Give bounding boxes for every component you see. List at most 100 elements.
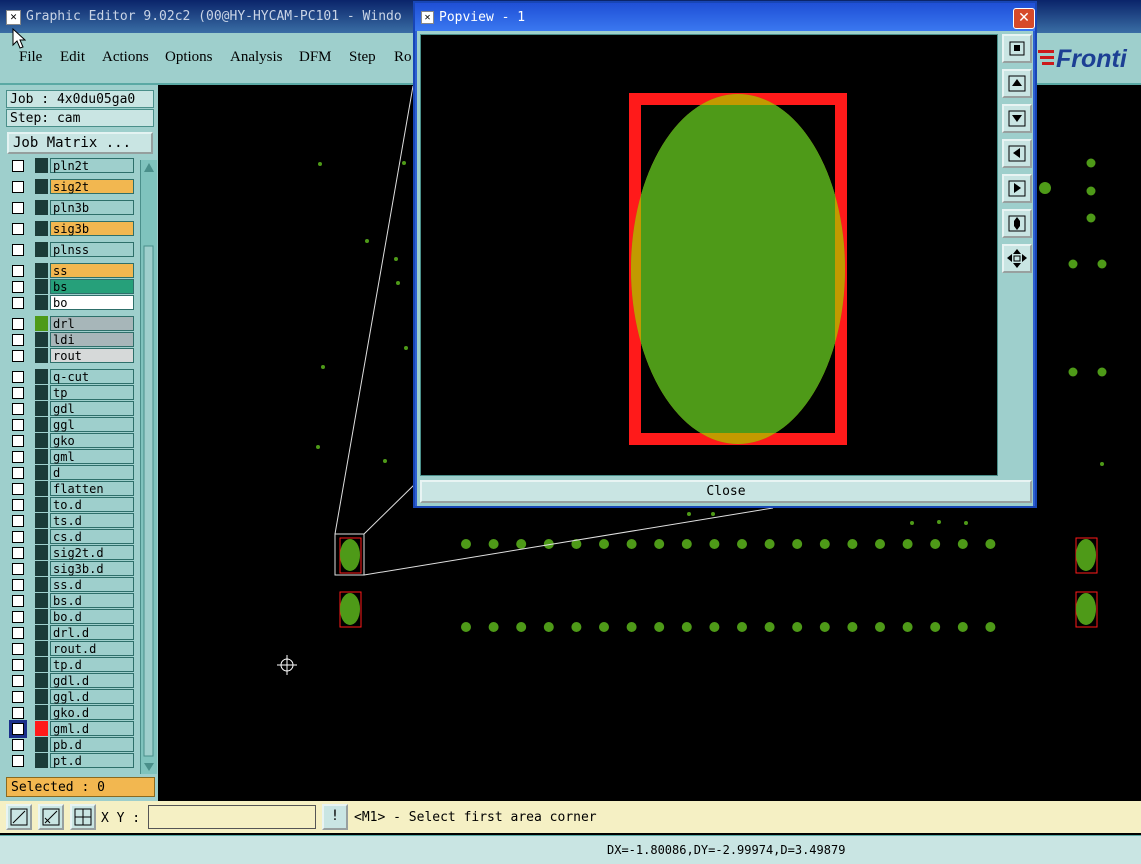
zoom-in-button[interactable] [1002,209,1032,238]
layer-row-ss-d[interactable]: ss.d [8,577,134,593]
layer-checkbox[interactable] [12,403,24,415]
layer-color-indicator[interactable] [35,449,48,464]
layer-name[interactable]: tp.d [50,657,134,672]
layer-name[interactable]: ldi [50,332,134,347]
layer-name[interactable]: rout.d [50,641,134,656]
measure-tool-button[interactable] [38,804,64,830]
layer-name[interactable]: rout [50,348,134,363]
layer-checkbox[interactable] [12,202,24,214]
popview-close-button[interactable]: Close [420,480,1032,503]
layer-checkbox[interactable] [12,531,24,543]
layer-row-sig3b[interactable]: sig3b [8,221,134,237]
pan-right-button[interactable] [1002,174,1032,203]
layer-color-indicator[interactable] [35,279,48,294]
layer-row-gko[interactable]: gko [8,433,134,449]
pan-down-button[interactable] [1002,104,1032,133]
layer-name[interactable]: ss [50,263,134,278]
layer-checkbox[interactable] [12,755,24,767]
layer-color-indicator[interactable] [35,753,48,768]
layer-color-indicator[interactable] [35,369,48,384]
layer-color-indicator[interactable] [35,609,48,624]
layer-checkbox[interactable] [12,483,24,495]
layer-color-indicator[interactable] [35,737,48,752]
layer-row-gdl-d[interactable]: gdl.d [8,673,134,689]
layer-checkbox[interactable] [12,160,24,172]
layer-color-indicator[interactable] [35,593,48,608]
layer-color-indicator[interactable] [35,417,48,432]
popview-title-bar[interactable]: ✕ Popview - 1 ✕ [415,3,1035,31]
layer-name[interactable]: bo [50,295,134,310]
layer-color-indicator[interactable] [35,179,48,194]
layer-color-indicator[interactable] [35,673,48,688]
layer-name[interactable]: ggl [50,417,134,432]
xy-input[interactable] [148,805,316,829]
layer-row-plnss[interactable]: plnss [8,242,134,258]
layer-row-tp[interactable]: tp [8,385,134,401]
menu-analysis[interactable]: Analysis [230,49,283,66]
layer-name[interactable]: pln2t [50,158,134,173]
layer-row-pln3b[interactable]: pln3b [8,200,134,216]
popview-canvas[interactable] [420,34,998,476]
layer-row-gml[interactable]: gml [8,449,134,465]
layer-name[interactable]: gko.d [50,705,134,720]
layer-row-ggl[interactable]: ggl [8,417,134,433]
layer-row-bs[interactable]: bs [8,279,134,295]
layer-checkbox[interactable] [12,281,24,293]
layer-color-indicator[interactable] [35,316,48,331]
layer-name[interactable]: gdl.d [50,673,134,688]
layer-row-drl[interactable]: drl [8,316,134,332]
layer-checkbox[interactable] [12,579,24,591]
layer-color-indicator[interactable] [35,721,48,736]
layer-checkbox[interactable] [12,547,24,559]
layer-name[interactable]: sig3b.d [50,561,134,576]
menu-options[interactable]: Options [165,49,213,66]
layer-name[interactable]: gdl [50,401,134,416]
layer-scrollbar[interactable] [140,160,157,774]
layer-checkbox[interactable] [12,297,24,309]
layer-checkbox[interactable] [12,515,24,527]
menu-step[interactable]: Step [349,49,376,66]
layer-checkbox[interactable] [12,707,24,719]
layer-name[interactable]: sig3b [50,221,134,236]
layer-row-d[interactable]: d [8,465,134,481]
layer-checkbox[interactable] [12,595,24,607]
job-matrix-button[interactable]: Job Matrix ... [7,132,153,154]
layer-checkbox[interactable] [12,499,24,511]
layer-name[interactable]: pt.d [50,753,134,768]
layer-checkbox[interactable] [12,563,24,575]
layer-color-indicator[interactable] [35,221,48,236]
layer-color-indicator[interactable] [35,433,48,448]
menu-dfm[interactable]: DFM [299,49,332,66]
layer-checkbox[interactable] [12,435,24,447]
layer-checkbox[interactable] [12,265,24,277]
alert-button[interactable]: ! [322,804,348,830]
layer-row-ts-d[interactable]: ts.d [8,513,134,529]
layer-row-ss[interactable]: ss [8,263,134,279]
layer-checkbox[interactable] [12,643,24,655]
layer-color-indicator[interactable] [35,641,48,656]
layer-color-indicator[interactable] [35,497,48,512]
layer-checkbox[interactable] [12,451,24,463]
layer-color-indicator[interactable] [35,348,48,363]
layer-name[interactable]: ss.d [50,577,134,592]
layer-name[interactable]: ggl.d [50,689,134,704]
zoom-fit-button[interactable] [1002,34,1032,63]
layer-name[interactable]: gml [50,449,134,464]
layer-color-indicator[interactable] [35,295,48,310]
layer-checkbox[interactable] [9,720,27,738]
layer-checkbox[interactable] [12,467,24,479]
layer-color-indicator[interactable] [35,385,48,400]
layer-row-sig2t-d[interactable]: sig2t.d [8,545,134,561]
layer-row-cs-d[interactable]: cs.d [8,529,134,545]
layer-row-gko-d[interactable]: gko.d [8,705,134,721]
layer-row-pt-d[interactable]: pt.d [8,753,134,769]
layer-color-indicator[interactable] [35,705,48,720]
layer-checkbox[interactable] [12,181,24,193]
layer-row-to-d[interactable]: to.d [8,497,134,513]
layer-name[interactable]: gko [50,433,134,448]
layer-color-indicator[interactable] [35,465,48,480]
pan-left-button[interactable] [1002,139,1032,168]
layer-name[interactable]: flatten [50,481,134,496]
layer-checkbox[interactable] [12,419,24,431]
layer-color-indicator[interactable] [35,401,48,416]
